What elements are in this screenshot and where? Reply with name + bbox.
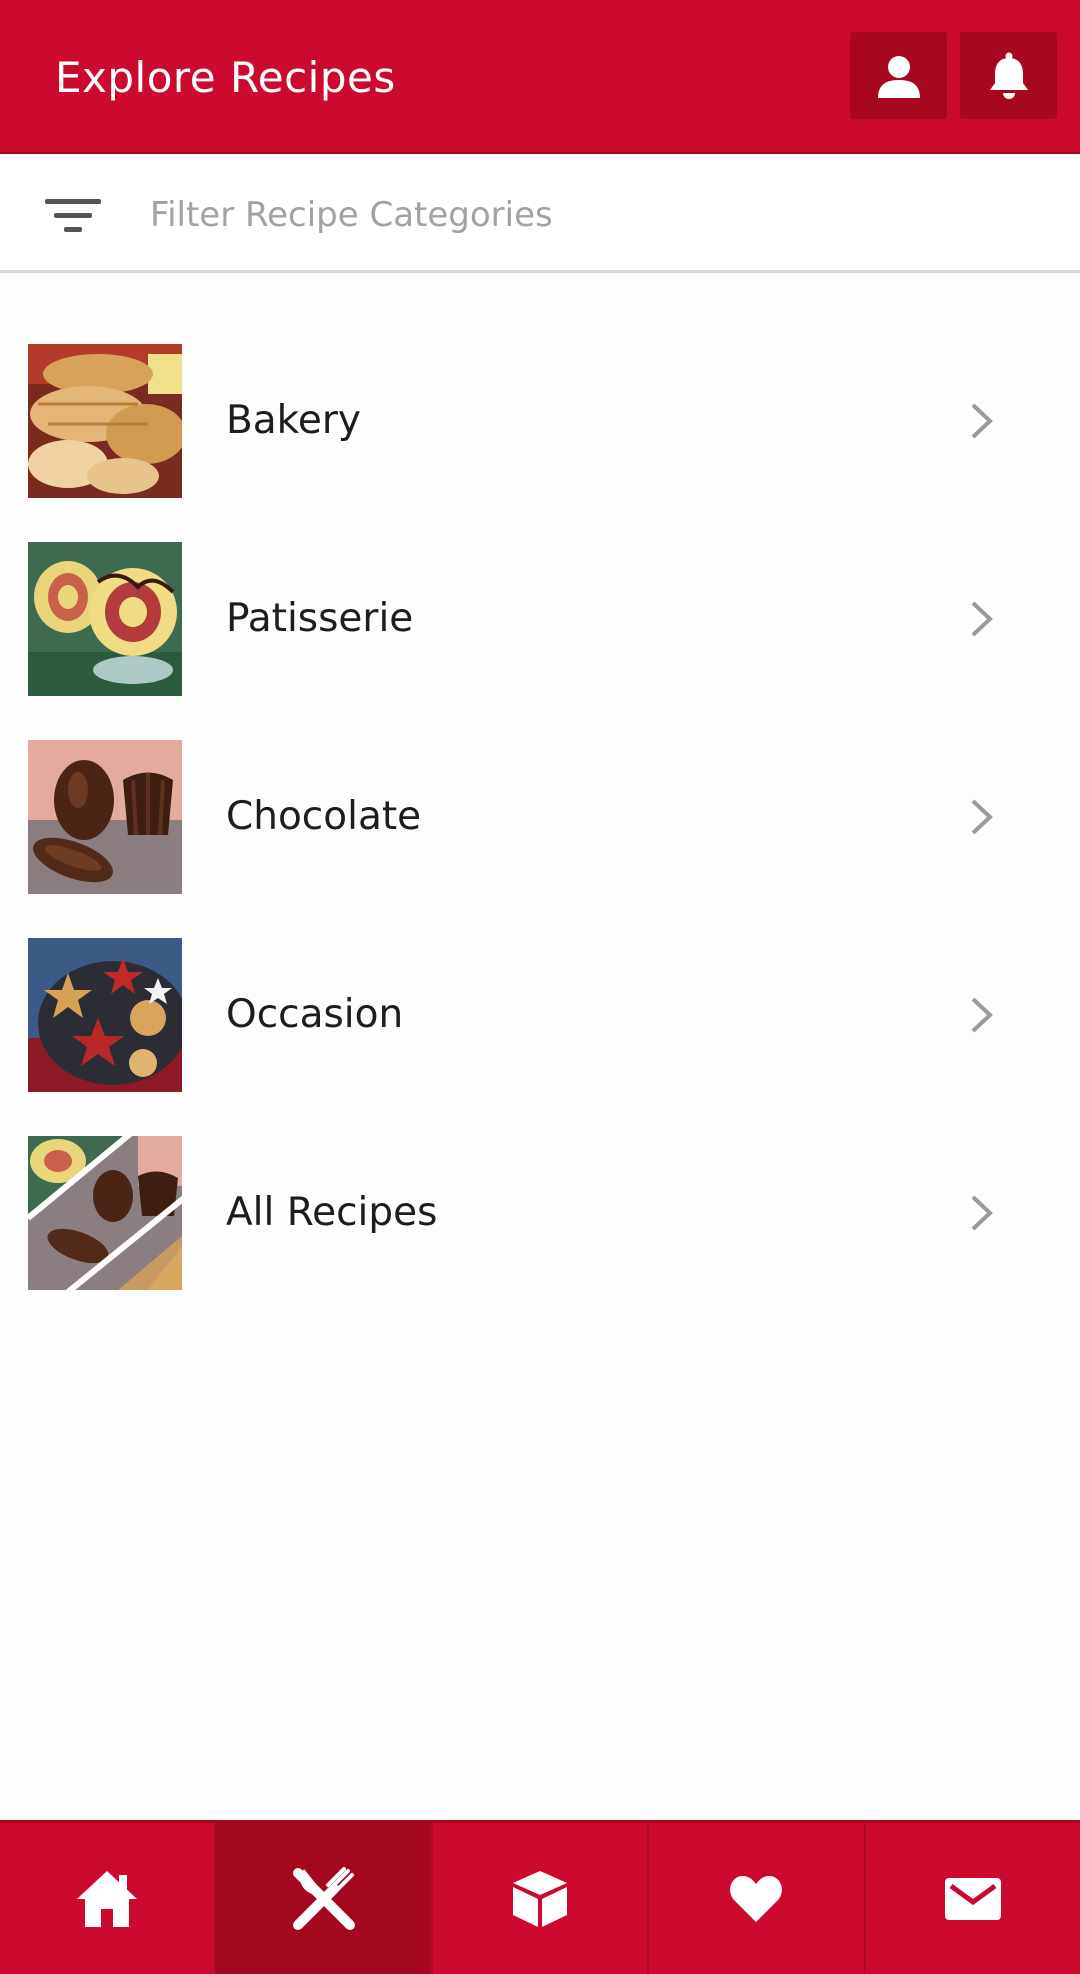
profile-button[interactable] xyxy=(850,32,947,119)
chevron-right-icon xyxy=(971,601,993,637)
bottom-navigation xyxy=(0,1820,1080,1974)
chevron-right-icon xyxy=(971,997,993,1033)
category-row-chocolate[interactable]: Chocolate xyxy=(0,740,1080,894)
category-label: All Recipes xyxy=(226,1190,438,1235)
all-recipes-thumbnail xyxy=(28,1136,182,1290)
category-row-all-recipes[interactable]: All Recipes xyxy=(0,1136,1080,1290)
filter-input[interactable] xyxy=(150,184,1030,246)
category-label: Patisserie xyxy=(226,596,414,641)
bell-icon xyxy=(989,52,1028,99)
notifications-button[interactable] xyxy=(960,32,1057,119)
category-label: Chocolate xyxy=(226,794,422,839)
chevron-right-icon xyxy=(971,799,993,835)
bakery-thumbnail xyxy=(28,344,182,498)
occasion-thumbnail xyxy=(28,938,182,1092)
box-icon xyxy=(513,1870,568,1927)
nav-home[interactable] xyxy=(0,1823,217,1974)
nav-favorites[interactable] xyxy=(649,1823,866,1974)
fork-knife-icon xyxy=(292,1866,355,1930)
chevron-right-icon xyxy=(971,403,993,439)
filter-icon[interactable] xyxy=(45,196,101,236)
category-row-patisserie[interactable]: Patisserie xyxy=(0,542,1080,696)
category-row-occasion[interactable]: Occasion xyxy=(0,938,1080,1092)
nav-messages[interactable] xyxy=(866,1823,1080,1974)
category-row-bakery[interactable]: Bakery xyxy=(0,344,1080,498)
user-icon xyxy=(877,55,920,98)
filter-bar xyxy=(0,156,1080,273)
heart-icon xyxy=(730,1875,783,1922)
category-label: Occasion xyxy=(226,992,404,1037)
patisserie-thumbnail xyxy=(28,542,182,696)
chevron-right-icon xyxy=(971,1195,993,1231)
category-label: Bakery xyxy=(226,398,361,443)
nav-products[interactable] xyxy=(433,1823,650,1974)
home-icon xyxy=(77,1870,138,1927)
envelope-icon xyxy=(944,1877,1001,1920)
chocolate-thumbnail xyxy=(28,740,182,894)
app-header: Explore Recipes xyxy=(0,0,1080,154)
page-title: Explore Recipes xyxy=(55,53,396,102)
nav-recipes[interactable] xyxy=(216,1823,433,1974)
